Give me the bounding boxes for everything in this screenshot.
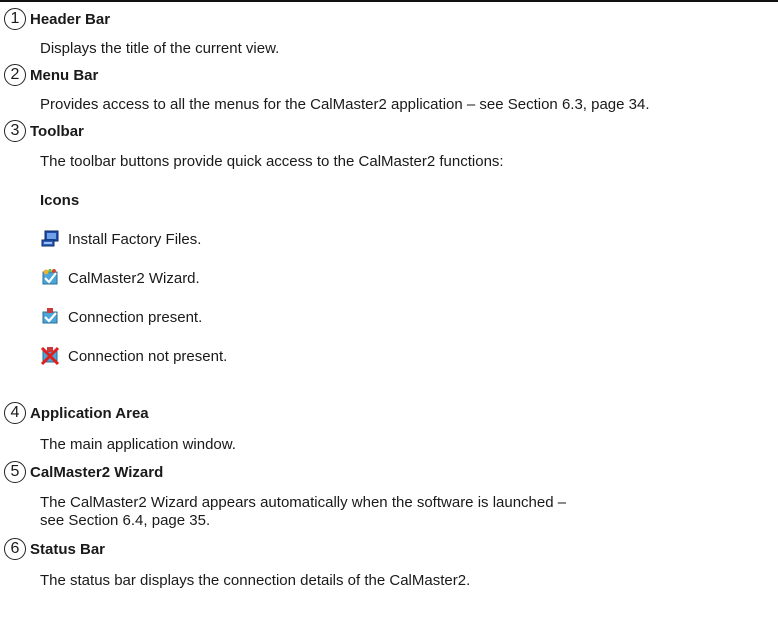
section-title: Header Bar <box>30 10 111 28</box>
top-rule <box>0 0 778 2</box>
section-title: Toolbar <box>30 122 84 140</box>
section-number: 4 <box>4 402 26 424</box>
section-application-area: 4 Application Area <box>4 402 149 424</box>
icon-label: Connection present. <box>68 308 203 326</box>
section-status-bar: 6 Status Bar <box>4 538 105 560</box>
section-number: 2 <box>4 64 26 86</box>
icons-heading: Icons <box>40 192 80 209</box>
icon-row-connection-present: Connection present. <box>40 307 202 327</box>
icon-row-connection-not-present: Connection not present. <box>40 346 227 366</box>
section-toolbar: 3 Toolbar <box>4 120 84 142</box>
section-menu-bar: 2 Menu Bar <box>4 64 98 86</box>
icon-label: Connection not present. <box>68 347 228 365</box>
section-description: The toolbar buttons provide quick access… <box>40 153 504 170</box>
connection-not-present-icon <box>40 346 60 366</box>
section-description: Displays the title of the current view. <box>40 40 280 57</box>
section-description: The main application window. <box>40 436 236 453</box>
section-number: 3 <box>4 120 26 142</box>
icon-label: CalMaster2 Wizard. <box>68 269 200 287</box>
section-description: The status bar displays the connection d… <box>40 572 471 589</box>
icon-label: Install Factory Files. <box>68 230 202 248</box>
section-title: Application Area <box>30 404 149 422</box>
section-description-line2: see Section 6.4, page 35. <box>40 512 211 529</box>
section-header-bar: 1 Header Bar <box>4 8 110 30</box>
section-title: Menu Bar <box>30 66 99 84</box>
section-description-line1: The CalMaster2 Wizard appears automatica… <box>40 494 567 511</box>
connection-present-icon <box>42 308 58 324</box>
section-number: 6 <box>4 538 26 560</box>
section-title: Status Bar <box>30 540 106 558</box>
section-number: 1 <box>4 8 26 30</box>
section-title: CalMaster2 Wizard <box>30 463 164 481</box>
section-description: Provides access to all the menus for the… <box>40 96 650 113</box>
section-calmaster2-wizard: 5 CalMaster2 Wizard <box>4 461 163 483</box>
icon-row-install-factory-files: Install Factory Files. <box>40 229 201 249</box>
section-number: 5 <box>4 461 26 483</box>
icon-row-calmaster2-wizard: CalMaster2 Wizard. <box>40 268 200 288</box>
install-factory-files-icon <box>41 230 59 247</box>
calmaster2-wizard-icon <box>42 268 58 285</box>
